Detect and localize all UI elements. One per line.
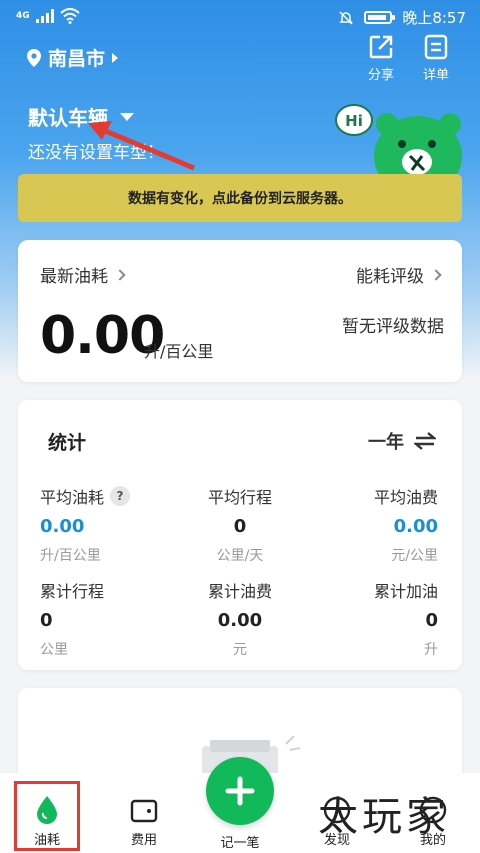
rating-value: 暂无评级数据 (342, 317, 444, 337)
fuel-drop-icon (37, 796, 57, 824)
red-arrow-annotation (88, 121, 195, 170)
stat-avg-fuel: 平均油耗? 0.00 升/百公里 (40, 484, 170, 565)
stat-avg-fuel-cost: 平均油费 0.00 元/公里 (308, 484, 438, 565)
share-label: 分享 (367, 68, 394, 83)
stat-unit: 升 (424, 642, 438, 658)
stat-unit: 元/公里 (391, 548, 438, 564)
latest-fuel-link[interactable]: 最新油耗 (40, 262, 126, 287)
battery-icon (364, 11, 396, 24)
stat-label: 累计行程 (40, 582, 105, 601)
stat-label: 平均行程 (207, 488, 272, 507)
nav-label: 费用 (130, 833, 157, 848)
document-list-icon (424, 34, 448, 60)
stat-value: 0.00 (393, 516, 438, 537)
stats-title: 统计 (48, 432, 87, 454)
stat-avg-distance: 平均行程 0 公里/天 (175, 484, 305, 565)
nav-expenses[interactable]: 费用 (109, 795, 179, 848)
stat-value: 0 (40, 610, 53, 631)
network-type: 4G (16, 11, 30, 21)
city-name: 南昌市 (48, 48, 106, 70)
detail-button[interactable]: 详单 (416, 34, 456, 83)
stat-total-fuel-cost: 累计油费 0.00 元 (175, 578, 305, 659)
clock: 晚上8:57 (402, 9, 466, 27)
stat-total-distance: 累计行程 0 公里 (40, 578, 170, 659)
status-bar: 4G 晚上8:57 (0, 0, 480, 34)
chevron-right-icon (114, 268, 126, 281)
chevron-right-icon (430, 268, 442, 281)
energy-rating-label: 能耗评级 (356, 267, 424, 287)
fuel-consumption-card: 最新油耗 能耗评级 0.00 升/百公里 暂无评级数据 (18, 240, 462, 382)
nav-label: 油耗 (33, 833, 60, 848)
stat-unit: 公里 (40, 642, 68, 658)
stat-value: 0 (233, 516, 247, 537)
add-record-button[interactable] (206, 757, 274, 825)
swap-arrows-icon (414, 432, 436, 450)
detail-label: 详单 (422, 68, 449, 83)
stat-value: 0.00 (217, 610, 263, 631)
help-icon[interactable]: ? (110, 486, 131, 506)
caret-right-icon (112, 52, 119, 63)
wallet-icon (130, 799, 158, 823)
stat-unit: 公里/天 (216, 548, 264, 564)
location-pin-icon (27, 48, 41, 67)
share-button[interactable]: 分享 (361, 34, 401, 83)
stat-label: 平均油耗 (40, 488, 105, 507)
share-icon (369, 35, 393, 59)
latest-fuel-unit: 升/百公里 (144, 342, 214, 361)
mascot-bubble-text: Hi (345, 112, 363, 130)
energy-rating-link[interactable]: 能耗评级 (356, 262, 442, 287)
stat-label: 平均油费 (373, 488, 438, 507)
stat-value: 0.00 (40, 516, 85, 537)
period-label: 一年 (368, 432, 404, 453)
stat-unit: 升/百公里 (40, 548, 101, 564)
banner-text: 数据有变化，点此备份到云服务器。 (128, 191, 352, 207)
stat-label: 累计油费 (207, 582, 272, 601)
mute-bell-icon (339, 10, 354, 25)
add-record-label: 记一笔 (220, 836, 260, 851)
wifi-icon (59, 8, 80, 24)
period-selector[interactable]: 一年 (368, 428, 436, 454)
stat-unit: 元 (233, 642, 247, 658)
plus-icon (225, 776, 255, 806)
statistics-card: 统计 一年 平均油耗? 0.00 升/百公里 平均行程 0 公里/天 平均油费 … (18, 400, 462, 670)
city-selector[interactable]: 南昌市 (26, 44, 119, 71)
stat-label: 累计加油 (373, 582, 438, 601)
watermark: 太玩家 (318, 794, 450, 840)
stat-total-refuel: 累计加油 0 升 (308, 578, 438, 659)
signal-icon (35, 9, 54, 23)
latest-fuel-label: 最新油耗 (40, 267, 108, 287)
nav-fuel[interactable]: 油耗 (12, 795, 82, 848)
stat-value: 0 (425, 610, 438, 631)
backup-banner[interactable]: 数据有变化，点此备份到云服务器。 (18, 174, 462, 222)
